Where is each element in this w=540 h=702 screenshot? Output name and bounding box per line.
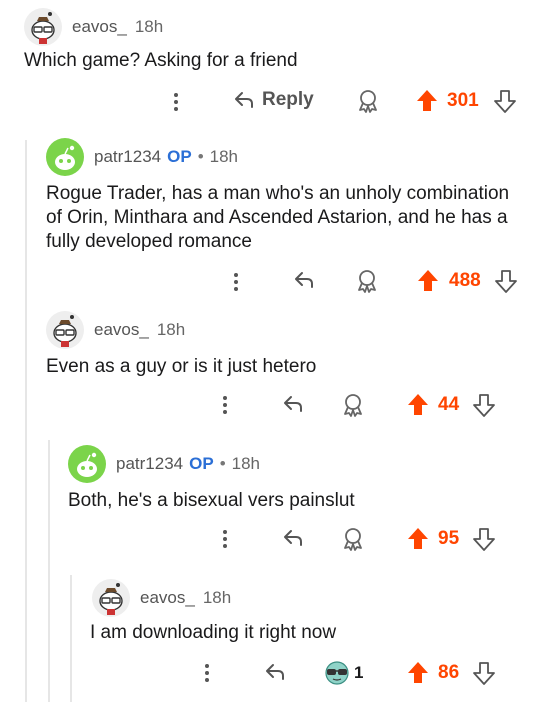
- snoo-avatar-icon: [55, 145, 75, 170]
- downvote-button[interactable]: [472, 660, 496, 686]
- comment-body: Even as a guy or is it just hetero: [46, 356, 317, 377]
- vote-score: 86: [438, 662, 460, 683]
- upvote-icon: [408, 528, 428, 549]
- award-icon: [344, 528, 362, 551]
- downvote-icon: [473, 528, 495, 551]
- reply-button[interactable]: [281, 526, 305, 550]
- award-icon: [344, 394, 362, 417]
- downvote-button[interactable]: [472, 392, 496, 418]
- reply-icon: [235, 92, 253, 108]
- more-icon: [174, 90, 178, 114]
- comment-body: Rogue Trader, has a man who's an unholy …: [46, 183, 510, 252]
- timestamp: 18h: [209, 147, 239, 166]
- username[interactable]: patr1234: [116, 454, 183, 474]
- more-icon: [205, 661, 209, 685]
- more-button[interactable]: [205, 661, 209, 685]
- upvote-button[interactable]: [415, 88, 439, 114]
- timestamp: 18h: [202, 588, 232, 607]
- thread-line-2: [48, 440, 50, 702]
- comment-header: patr1234 OP • 18h: [46, 138, 238, 176]
- vote-score: 95: [438, 528, 460, 549]
- upvote-button[interactable]: [406, 392, 430, 418]
- username[interactable]: eavos_: [140, 588, 195, 608]
- avatar[interactable]: [46, 138, 84, 176]
- more-icon: [223, 393, 227, 417]
- more-icon: [234, 270, 238, 294]
- upvote-button[interactable]: [406, 526, 430, 552]
- reply-icon: [266, 664, 284, 680]
- snoo-avatar-icon: [77, 452, 97, 477]
- upvote-button[interactable]: [416, 268, 440, 294]
- downvote-icon: [495, 270, 517, 293]
- timestamp: 18h: [134, 17, 164, 36]
- snoo-avatar-icon: [53, 315, 77, 347]
- upvote-icon: [418, 270, 438, 291]
- more-button[interactable]: [223, 393, 227, 417]
- award-button[interactable]: 1: [322, 660, 363, 686]
- upvote-button[interactable]: [406, 660, 430, 686]
- op-badge: OP: [189, 454, 214, 473]
- reply-icon: [284, 530, 302, 546]
- comment-body: I am downloading it right now: [90, 622, 337, 643]
- vote-score: 301: [447, 90, 479, 111]
- thread-line-3: [70, 575, 72, 702]
- avatar[interactable]: [92, 579, 130, 617]
- upvote-icon: [408, 394, 428, 415]
- vote-score: 44: [438, 394, 460, 415]
- more-button[interactable]: [174, 90, 178, 114]
- award-button[interactable]: [354, 268, 380, 294]
- award-button[interactable]: [340, 526, 366, 552]
- avatar[interactable]: [24, 8, 62, 46]
- upvote-icon: [408, 662, 428, 683]
- op-badge: OP: [167, 147, 192, 166]
- downvote-icon: [473, 662, 495, 685]
- reply-label: Reply: [262, 89, 314, 110]
- downvote-button[interactable]: [494, 268, 518, 294]
- avatar[interactable]: [46, 311, 84, 349]
- award-icon: [359, 90, 377, 113]
- award-icon: [358, 270, 376, 293]
- reply-icon: [295, 272, 313, 288]
- award-count: 1: [354, 663, 364, 682]
- glasses-award-icon: [325, 661, 349, 685]
- upvote-icon: [417, 90, 437, 111]
- reply-button[interactable]: [263, 660, 287, 684]
- reply-button[interactable]: [281, 392, 305, 416]
- comment-header: patr1234 OP • 18h: [68, 445, 260, 483]
- username[interactable]: patr1234: [94, 147, 161, 167]
- reply-icon: [284, 396, 302, 412]
- timestamp: 18h: [156, 320, 186, 339]
- downvote-button[interactable]: [493, 88, 517, 114]
- more-icon: [223, 527, 227, 551]
- snoo-avatar-icon: [99, 583, 123, 615]
- more-button[interactable]: [234, 270, 238, 294]
- reply-button[interactable]: Reply: [232, 88, 314, 112]
- username[interactable]: eavos_: [94, 320, 149, 340]
- snoo-avatar-icon: [31, 12, 55, 44]
- vote-score: 488: [449, 270, 481, 291]
- reply-button[interactable]: [292, 268, 316, 292]
- downvote-icon: [494, 90, 516, 113]
- award-button[interactable]: [355, 88, 381, 114]
- avatar[interactable]: [68, 445, 106, 483]
- downvote-button[interactable]: [472, 526, 496, 552]
- separator-dot: •: [219, 454, 226, 473]
- separator-dot: •: [197, 147, 204, 166]
- comment-header: eavos_ 18h: [46, 311, 185, 349]
- award-button[interactable]: [340, 392, 366, 418]
- comment-body: Which game? Asking for a friend: [24, 50, 298, 71]
- more-button[interactable]: [223, 527, 227, 551]
- comment-header: eavos_ 18h: [92, 579, 231, 617]
- comment-body: Both, he's a bisexual vers painslut: [68, 490, 355, 511]
- comment-header: eavos_ 18h: [24, 8, 163, 46]
- downvote-icon: [473, 394, 495, 417]
- thread-line-1: [25, 140, 27, 702]
- username[interactable]: eavos_: [72, 17, 127, 37]
- timestamp: 18h: [231, 454, 261, 473]
